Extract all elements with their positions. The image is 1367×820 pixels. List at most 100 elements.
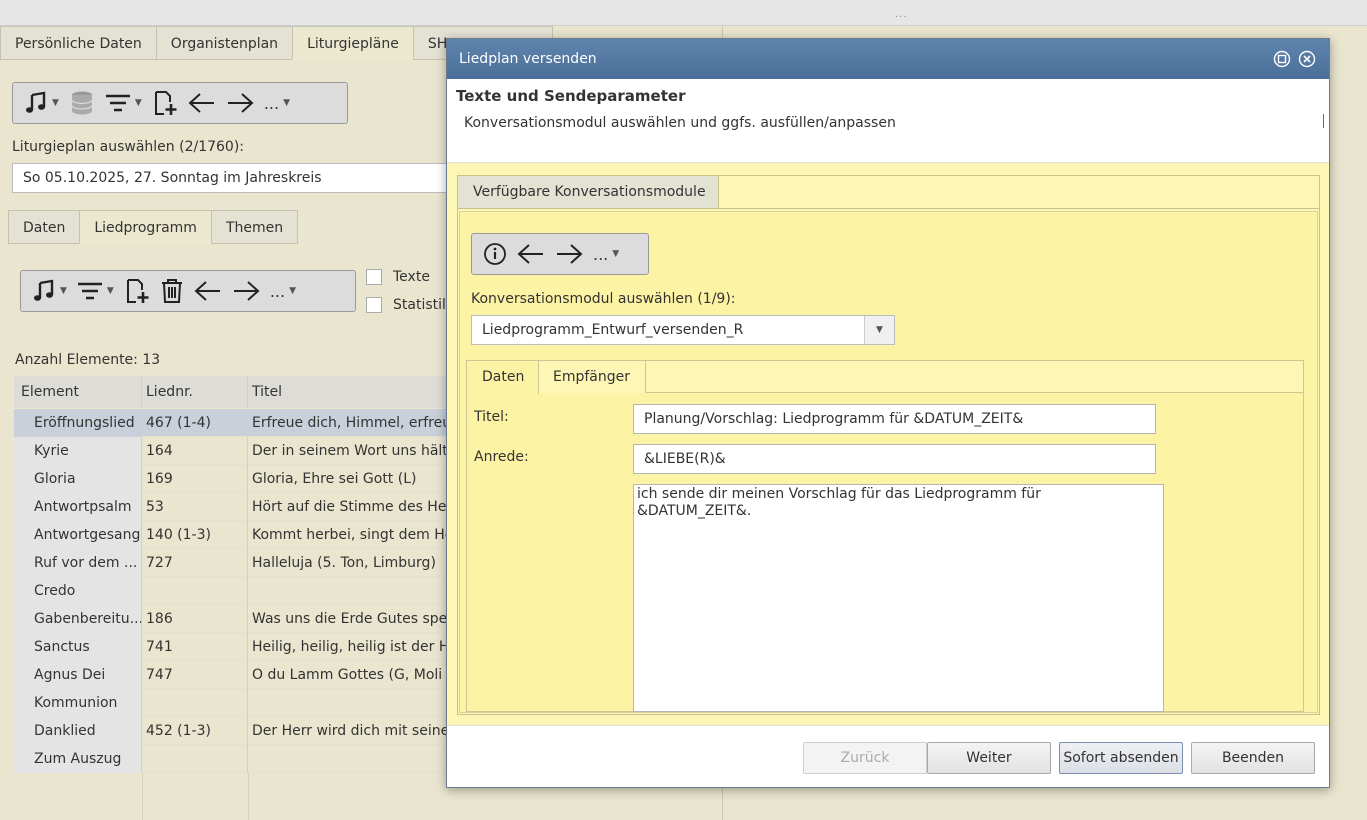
- music-note-button[interactable]: ▼: [27, 273, 72, 309]
- more-button[interactable]: ... ▼: [588, 236, 624, 272]
- arrow-right-button[interactable]: [221, 85, 259, 121]
- table-row[interactable]: Antwortgesang 140 (1-3) Kommt herbei, sing…: [14, 521, 460, 549]
- chevron-down-icon: ▼: [60, 286, 67, 296]
- chevron-down-icon: ▼: [134, 98, 142, 108]
- music-note-icon: [34, 279, 54, 301]
- tab-organistenplan[interactable]: Organistenplan: [155, 26, 293, 60]
- add-document-icon: [126, 279, 149, 303]
- send-now-button[interactable]: Sofort absenden: [1059, 742, 1183, 774]
- column-header-element[interactable]: Element: [14, 376, 142, 408]
- table-row[interactable]: Gabenbereitu... 186 Was uns die Erde Gutes…: [14, 605, 460, 633]
- data-panel: Daten Empfänger Titel: Planung/Vorschlag…: [466, 360, 1304, 712]
- song-toolbar: ▼ ▼ ... ▼: [20, 270, 356, 312]
- dialog-subheading: Konversationsmodul auswählen und ggfs. a…: [464, 115, 896, 131]
- info-icon: [484, 243, 506, 265]
- table-row[interactable]: Sanctus 741 Heilig, heilig, heilig ist der…: [14, 633, 460, 661]
- dialog-footer: Zurück Weiter Sofort absenden Beenden: [447, 725, 1329, 787]
- column-header-liednr[interactable]: Liednr.: [142, 376, 248, 408]
- texte-checkbox-label: Texte: [393, 269, 430, 285]
- plan-select-label: Liturgieplan auswählen (2/1760):: [12, 139, 244, 155]
- arrow-left-button[interactable]: [183, 85, 221, 121]
- arrow-right-button[interactable]: [227, 273, 265, 309]
- module-select-value: Liedprogramm_Entwurf_versenden_R: [482, 322, 744, 338]
- table-row[interactable]: Kyrie 164 Der in seinem Wort uns hält: [14, 437, 460, 465]
- message-textarea[interactable]: ich sende dir meinen Vorschlag für das L…: [633, 484, 1164, 712]
- table-row[interactable]: Agnus Dei 747 O du Lamm Gottes (G, Moli: [14, 661, 460, 689]
- table-row[interactable]: Gloria 169 Gloria, Ehre sei Gott (L): [14, 465, 460, 493]
- table-row[interactable]: Credo: [14, 577, 460, 605]
- add-document-button[interactable]: [119, 273, 155, 309]
- more-button[interactable]: ... ▼: [259, 85, 295, 121]
- delete-button[interactable]: [155, 273, 189, 309]
- chevron-down-icon: ▼: [52, 98, 59, 108]
- module-panel: Verfügbare Konversationsmodule ... ▼ Kon…: [457, 175, 1320, 715]
- filter-icon: [105, 94, 130, 112]
- arrow-left-button[interactable]: [189, 273, 227, 309]
- texte-checkbox[interactable]: [366, 269, 382, 285]
- next-button[interactable]: Weiter: [927, 742, 1051, 774]
- filter-icon: [77, 282, 102, 300]
- trash-icon: [161, 279, 182, 303]
- arrow-right-icon: [557, 244, 583, 264]
- tab-data-daten[interactable]: Daten: [467, 361, 539, 394]
- table-row[interactable]: Kommunion: [14, 689, 460, 717]
- column-header-titel[interactable]: Titel: [248, 376, 460, 408]
- tab-empfaenger[interactable]: Empfänger: [539, 361, 646, 393]
- grid-header: Element Liednr. Titel: [14, 376, 460, 408]
- close-icon[interactable]: [1298, 50, 1316, 68]
- anrede-input[interactable]: &LIEBE(R)&: [633, 444, 1156, 474]
- table-row[interactable]: Ruf vor dem ... 727 Halleluja (5. Ton, Lim…: [14, 549, 460, 577]
- music-note-icon: [26, 91, 46, 113]
- sub-tabs: Daten Liedprogramm Themen: [8, 210, 299, 244]
- module-select-label: Konversationsmodul auswählen (1/9):: [471, 291, 736, 307]
- module-content: ... ▼ Konversationsmodul auswählen (1/9)…: [459, 211, 1318, 713]
- dialog-titlebar[interactable]: Liedplan versenden: [447, 39, 1329, 79]
- arrow-right-icon: [233, 281, 260, 301]
- maximize-icon[interactable]: [1273, 50, 1291, 68]
- info-button[interactable]: [478, 236, 512, 272]
- music-note-button[interactable]: ▼: [19, 85, 64, 121]
- tab-verfuegbare-module[interactable]: Verfügbare Konversationsmodule: [458, 176, 719, 209]
- statistik-checkbox[interactable]: [366, 297, 382, 313]
- add-document-button[interactable]: [147, 85, 183, 121]
- more-button[interactable]: ... ▼: [265, 273, 301, 309]
- filter-button[interactable]: ▼: [72, 273, 119, 309]
- titel-input[interactable]: Planung/Vorschlag: Liedprogramm für &DAT…: [633, 404, 1156, 434]
- close-button[interactable]: Beenden: [1191, 742, 1315, 774]
- table-row[interactable]: Danklied 452 (1-3) Der Herr wird dich mit …: [14, 717, 460, 745]
- tab-liturgieplaene[interactable]: Liturgiepläne: [292, 26, 413, 60]
- send-dialog: Liedplan versenden Texte und Sendeparame…: [446, 38, 1330, 788]
- tab-persoenliche-daten[interactable]: Persönliche Daten: [0, 26, 156, 60]
- chevron-down-icon[interactable]: ▼: [864, 316, 894, 344]
- grid-divider: [142, 773, 143, 820]
- statistik-checkbox-label: Statistil: [393, 297, 446, 313]
- dialog-body: Verfügbare Konversationsmodule ... ▼ Kon…: [447, 163, 1329, 725]
- back-button[interactable]: Zurück: [803, 742, 927, 774]
- dialog-heading: Texte und Sendeparameter: [456, 87, 686, 105]
- element-count: Anzahl Elemente: 13: [15, 352, 161, 368]
- table-row[interactable]: Zum Auszug: [14, 745, 460, 773]
- tab-liedprogramm[interactable]: Liedprogramm: [79, 210, 211, 244]
- plan-toolbar: ▼ ▼ ... ▼: [12, 82, 348, 124]
- arrow-left-icon: [517, 244, 543, 264]
- plan-select[interactable]: So 05.10.2025, 27. Sonntag im Jahreskrei…: [12, 163, 452, 193]
- module-toolbar: ... ▼: [471, 233, 649, 275]
- filter-button[interactable]: ▼: [100, 85, 147, 121]
- chevron-down-icon: ▼: [289, 286, 297, 296]
- arrow-right-button[interactable]: [550, 236, 588, 272]
- text-cursor: [1323, 114, 1324, 128]
- arrow-left-icon: [194, 281, 220, 301]
- table-row[interactable]: Eröffnungslied 467 (1-4) Erfreue dich, Him…: [14, 409, 460, 437]
- chevron-down-icon: ▼: [106, 286, 114, 296]
- table-row[interactable]: Antwortpsalm 53 Hört auf die Stimme des He…: [14, 493, 460, 521]
- drag-grip-icon[interactable]: ···: [895, 12, 908, 23]
- arrow-left-icon: [188, 93, 214, 113]
- database-button[interactable]: [64, 85, 100, 121]
- dialog-title: Liedplan versenden: [459, 51, 597, 67]
- arrow-left-button[interactable]: [512, 236, 550, 272]
- dialog-header: Texte und Sendeparameter Konversationsmo…: [447, 79, 1329, 163]
- chevron-down-icon: ▼: [283, 98, 291, 108]
- tab-themen[interactable]: Themen: [210, 210, 299, 244]
- module-select[interactable]: Liedprogramm_Entwurf_versenden_R ▼: [471, 315, 895, 345]
- tab-daten[interactable]: Daten: [8, 210, 80, 244]
